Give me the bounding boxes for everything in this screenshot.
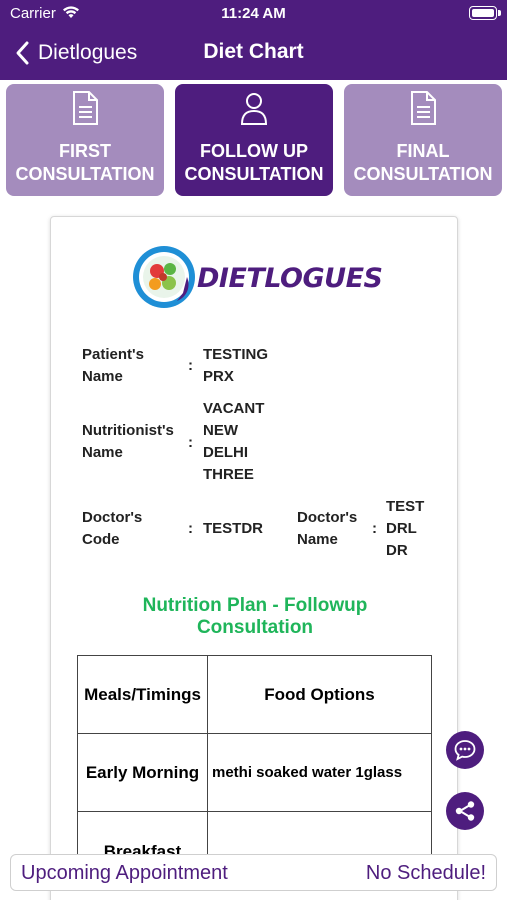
document-icon [73,91,98,125]
share-icon [455,801,475,821]
doctor-code-value: TESTDR [203,520,263,537]
doctor-name-value: TEST DRL DR [386,498,425,559]
logo-emblem [133,246,195,308]
battery-tip [498,10,501,16]
tab-final-consultation[interactable]: FINAL CONSULTATION [344,84,502,196]
share-button[interactable] [446,792,484,830]
separator-colon: : [188,434,193,451]
table-row: Early Morning methi soaked water 1glass [77,733,432,812]
tab-first-consultation[interactable]: FIRST CONSULTATION [6,84,164,196]
logo-wordmark: DIETLOGUES [197,263,383,294]
chat-icon [454,740,476,761]
schedule-status: No Schedule! [365,862,486,884]
nutritionist-name-label: Nutritionist's Name [82,422,174,461]
tab-label: FOLLOW UP CONSULTATION [184,141,324,184]
column-header-meals: Meals/Timings [77,655,208,734]
status-time: 11:24 AM [221,5,286,22]
patient-name-label: Patient's Name [82,346,144,385]
page-title: Diet Chart [203,40,304,63]
tab-label: FIRST CONSULTATION [15,141,155,184]
nutrition-plan-title: Nutrition Plan - Followup Consultation [142,595,368,638]
tab-follow-up-consultation[interactable]: FOLLOW UP CONSULTATION [175,84,333,196]
chat-button[interactable] [446,731,484,769]
upcoming-appointment-bar[interactable]: Upcoming Appointment No Schedule! [10,854,497,891]
food-cell: methi soaked water 1glass [207,733,432,812]
status-bar: Carrier 11:24 AM [0,0,507,28]
table-header-row: Meals/Timings Food Options [77,655,432,734]
top-bar: Carrier 11:24 AM Dietlogues Diet Chart [0,0,507,80]
battery-icon [469,6,497,20]
patient-name-value: TESTING PRX [203,346,269,385]
diet-chart-card: DIETLOGUES Patient's Name : TESTING PRX … [50,216,458,900]
navigation-bar: Dietlogues Diet Chart [0,34,507,74]
person-icon [240,93,268,125]
dietlogues-logo: DIETLOGUES [131,241,383,317]
separator-colon: : [188,357,193,374]
document-icon [411,91,436,125]
nutritionist-name-value: VACANT NEW DELHI THREE [203,400,265,483]
separator-colon: : [372,520,377,537]
meal-cell: Early Morning [77,733,208,812]
tab-label: FINAL CONSULTATION [353,141,493,184]
column-header-food: Food Options [207,655,432,734]
doctor-name-label: Doctor's Name [297,509,358,548]
doctor-code-label: Doctor's Code [82,509,143,548]
consultation-tabs: FIRST CONSULTATION FOLLOW UP CONSULTATIO… [6,84,502,196]
separator-colon: : [188,520,193,537]
upcoming-appointment-label: Upcoming Appointment [21,862,228,884]
